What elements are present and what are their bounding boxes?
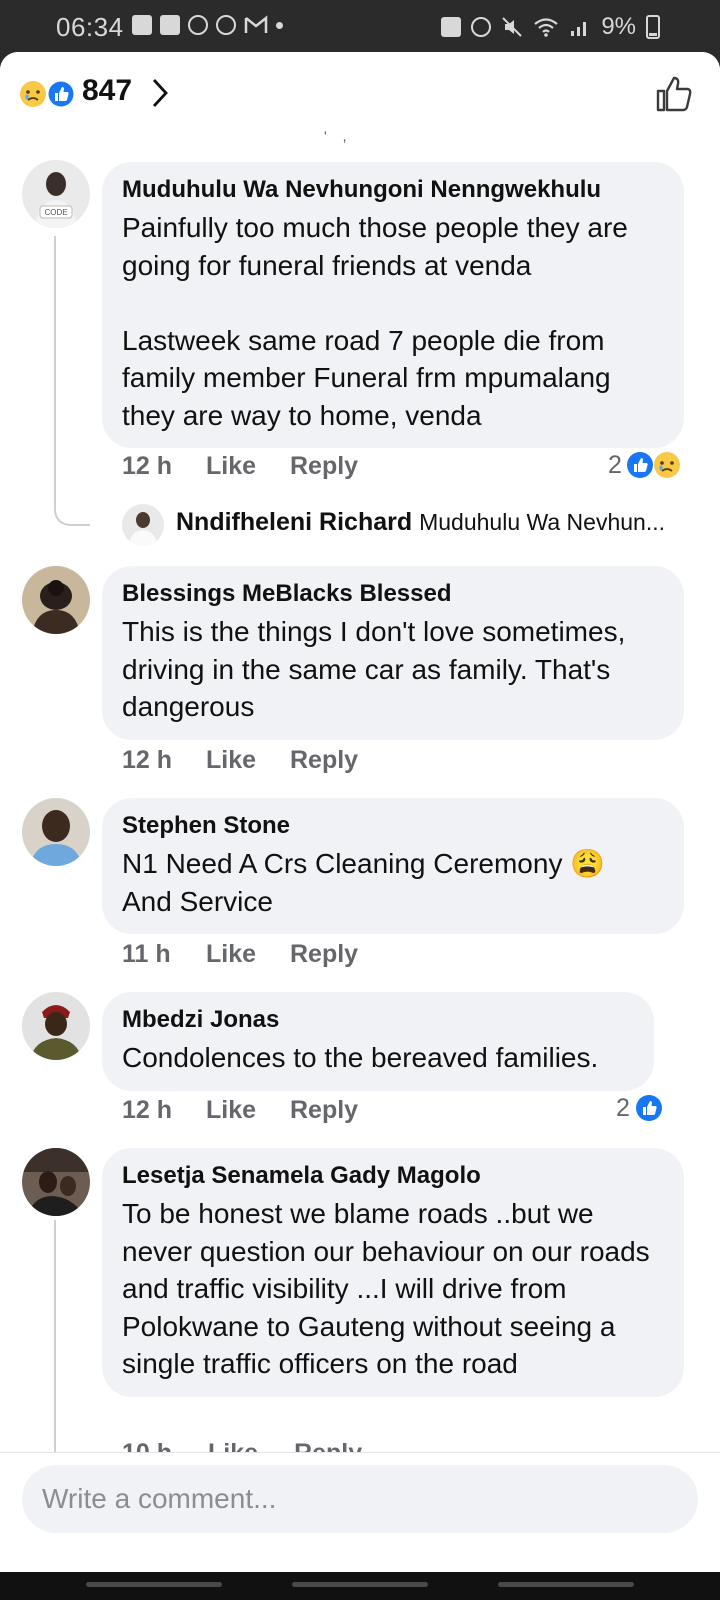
notification-icons (132, 15, 283, 35)
like-button[interactable]: Like (206, 746, 290, 775)
comment-text: This is the things I don't love sometime… (122, 616, 626, 722)
comment-author[interactable]: Blessings MeBlacks Blessed (122, 579, 664, 609)
system-nav-bar (0, 1572, 720, 1600)
comments-sheet: 847 ' , CODE Muduhulu Wa Nevhungoni Nenn… (0, 52, 720, 1572)
reply-author[interactable]: Nndifheleni Richard (176, 508, 412, 536)
sad-reaction-icon (653, 452, 680, 478)
reaction-icons (626, 452, 680, 478)
system-icons: 9% (441, 13, 660, 41)
mute-icon (502, 17, 523, 37)
like-button[interactable]: Like (206, 1096, 290, 1125)
status-bar: 06:34 9% (0, 0, 720, 52)
alarm-icon (471, 17, 492, 37)
lock-icon (441, 17, 462, 37)
thumbs-up-outline-icon[interactable] (654, 74, 694, 114)
comment-text: N1 Need A Crs Cleaning Ceremony 😩 And Ser… (122, 845, 664, 920)
status-time: 06:34 (56, 12, 124, 42)
comment-text-line: And Service (122, 885, 273, 917)
battery-percent: 9% (601, 13, 636, 40)
comment-time[interactable]: 12 h (122, 1096, 206, 1125)
more-dot-icon (276, 21, 283, 29)
reply-text: Muduhulu Wa Nevhun... (419, 509, 665, 535)
comment-author[interactable]: Mbedzi Jonas (122, 1005, 634, 1035)
comment-composer (0, 1452, 720, 1572)
comment-bubble[interactable]: Lesetja Senamela Gady Magolo To be hones… (102, 1148, 684, 1397)
reply-button[interactable]: Reply (290, 452, 358, 481)
nav-home-button[interactable] (292, 1582, 428, 1587)
comment-author[interactable]: Muduhulu Wa Nevhungoni Nenngwekhulu (122, 175, 664, 205)
thread-connector (54, 506, 90, 526)
weary-face-emoji: 😩 (570, 848, 606, 879)
avatar[interactable] (22, 1148, 90, 1216)
reactions-summary[interactable] (18, 79, 78, 109)
scrolled-content-edge: ' , (324, 128, 353, 144)
cat-icon (188, 15, 208, 35)
comment-time[interactable]: 12 h (122, 746, 206, 775)
reply-avatar[interactable] (122, 504, 164, 546)
reply-button[interactable]: Reply (290, 1096, 358, 1125)
download-icon (160, 15, 180, 35)
comment-bubble[interactable]: Mbedzi Jonas Condolences to the bereaved… (102, 992, 654, 1091)
like-reaction-icon (47, 80, 75, 108)
wifi-icon (534, 18, 559, 37)
avatar[interactable] (22, 992, 90, 1060)
avatar[interactable] (22, 566, 90, 634)
reaction-count: 2 (608, 450, 622, 479)
avatar[interactable] (22, 798, 90, 866)
reaction-count: 2 (616, 1093, 630, 1122)
comment-time[interactable]: 11 h (122, 940, 206, 969)
comment-bubble[interactable]: Blessings MeBlacks Blessed This is the t… (102, 566, 684, 740)
comment-text-line: N1 Need A Crs Cleaning Ceremony (122, 848, 563, 879)
comment-actions: 12 h Like Reply (122, 452, 358, 481)
gmail-icon (244, 15, 268, 33)
comment-author[interactable]: Lesetja Senamela Gady Magolo (122, 1161, 664, 1191)
sad-reaction-icon (20, 81, 46, 107)
like-button[interactable]: Like (206, 452, 290, 481)
nav-back-button[interactable] (498, 1582, 634, 1587)
reaction-count[interactable]: 847 (82, 74, 132, 108)
like-button[interactable]: Like (206, 940, 290, 969)
chevron-right-icon[interactable] (148, 76, 172, 110)
comment-reactions[interactable]: 2 (608, 450, 682, 480)
avatar[interactable]: CODE (22, 160, 90, 228)
settings-icon (216, 15, 236, 35)
comment-input[interactable] (42, 1483, 642, 1515)
comment-bubble[interactable]: Muduhulu Wa Nevhungoni Nenngwekhulu Pain… (102, 162, 684, 448)
comment-actions: 10 h Like Reply (122, 1438, 362, 1452)
like-reaction-icon (635, 1095, 662, 1121)
comment-actions: 11 h Like Reply (122, 940, 358, 969)
reply-button[interactable]: Reply (290, 746, 358, 775)
comment-input-pill[interactable] (22, 1465, 698, 1533)
comment-text: Painfully too much those people they are… (122, 212, 628, 431)
comment-time[interactable]: 10 h (122, 1438, 172, 1452)
signal-icon (571, 22, 587, 36)
reply-button[interactable]: Reply (294, 1438, 362, 1452)
comment-actions: 12 h Like Reply (122, 746, 358, 775)
comment-time[interactable]: 12 h (122, 452, 206, 481)
like-reaction-icon (626, 452, 653, 478)
reply-button[interactable]: Reply (290, 940, 358, 969)
sheet-header: 847 ' , (0, 52, 720, 144)
nav-recent-button[interactable] (86, 1582, 222, 1587)
avatar-badge: CODE (44, 208, 67, 217)
comment-text: To be honest we blame roads ..but we nev… (122, 1198, 650, 1379)
reply-preview[interactable]: Nndifheleni Richard Muduhulu Wa Nevhun..… (176, 508, 665, 537)
thread-line (54, 236, 56, 506)
comment-bubble[interactable]: Stephen Stone N1 Need A Crs Cleaning Cer… (102, 798, 684, 934)
comment-text: Condolences to the bereaved families. (122, 1042, 599, 1073)
comment-author[interactable]: Stephen Stone (122, 811, 664, 841)
thread-line (54, 1220, 56, 1452)
comment-actions: 12 h Like Reply (122, 1096, 358, 1125)
comment-reactions[interactable]: 2 (616, 1093, 664, 1123)
like-button[interactable]: Like (208, 1438, 258, 1452)
chat-icon (132, 15, 152, 35)
battery-icon (646, 15, 660, 39)
